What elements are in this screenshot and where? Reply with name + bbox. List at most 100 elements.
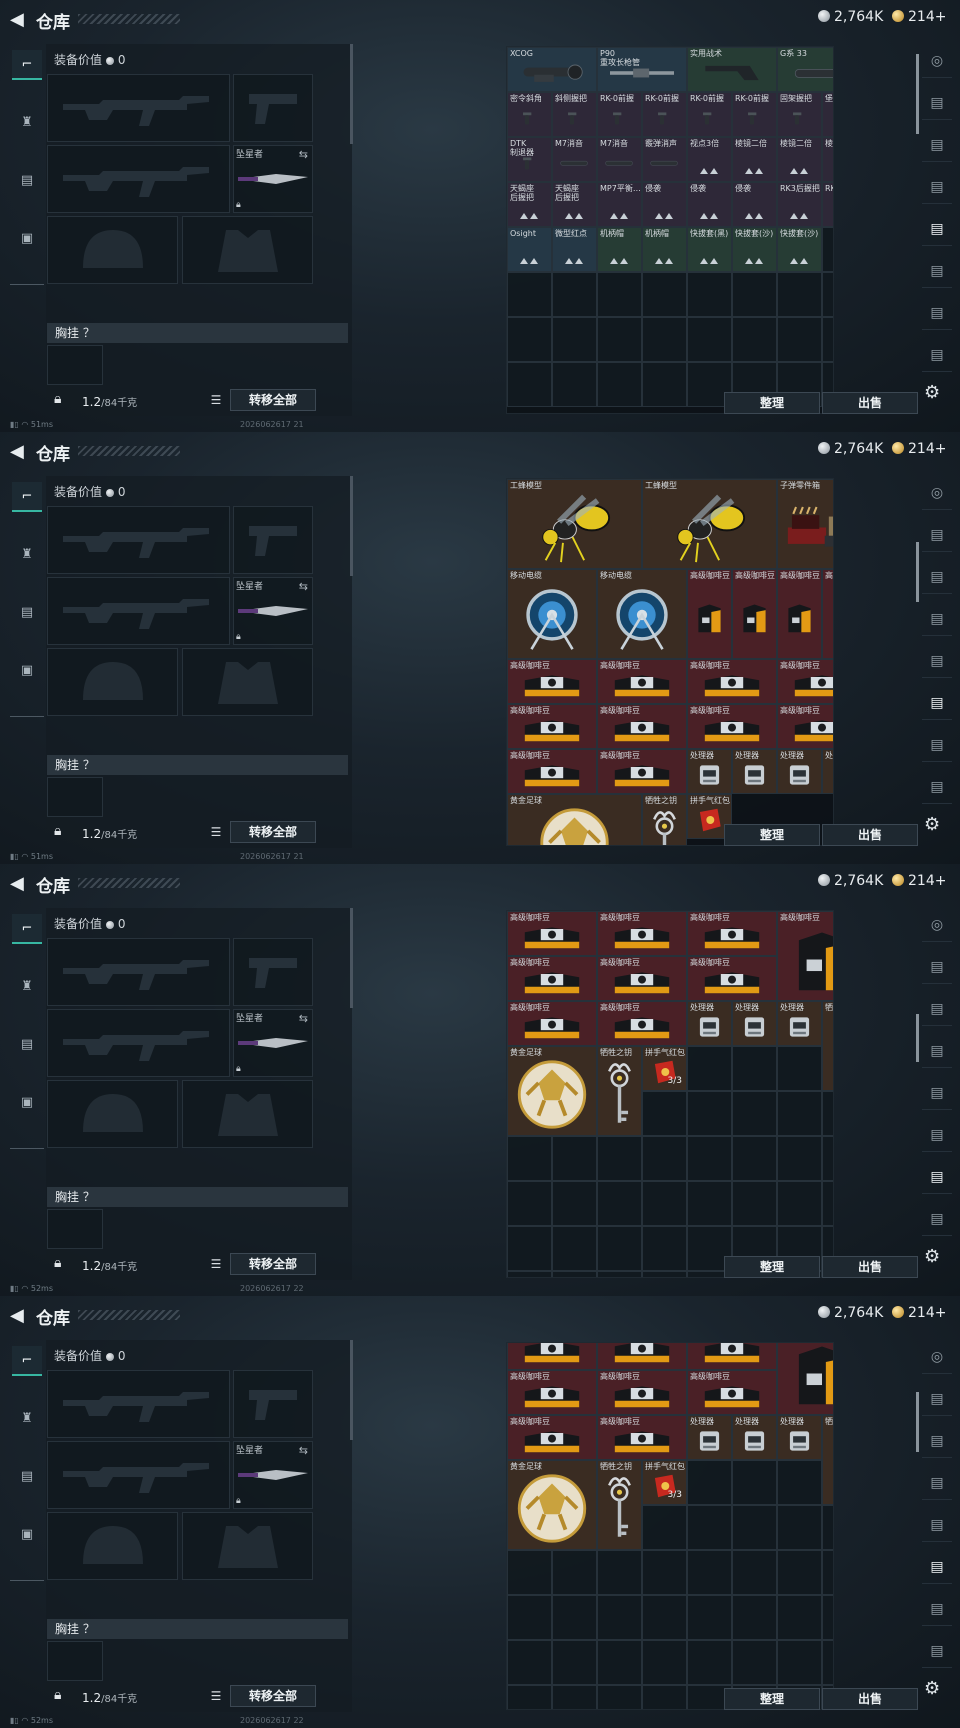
transfer-all-button[interactable]: 转移全部 [230,821,316,843]
empty-slot[interactable] [507,1181,552,1226]
shield-icon[interactable]: ♜ [12,1404,42,1434]
empty-slot[interactable] [732,317,777,362]
inventory-item[interactable]: 高级咖啡豆 [777,659,833,704]
empty-slot[interactable] [822,1136,833,1181]
inventory-item[interactable]: 固架握把 [777,92,822,137]
empty-slot[interactable] [687,1181,732,1226]
inventory-item[interactable]: 高级咖啡豆 [597,704,687,749]
clipboard-icon[interactable]: ▤ [12,1030,42,1060]
empty-slot[interactable] [777,1550,822,1595]
empty-slot[interactable] [687,1136,732,1181]
empty-slot[interactable] [642,317,687,362]
empty-slot[interactable] [597,1271,642,1277]
inventory-item[interactable]: 机柄帽 [597,227,642,272]
empty-slot[interactable] [507,1640,552,1685]
melee-slot[interactable]: 坠星者 ⇆ 🔒︎ [233,577,313,645]
storage-tab-icon[interactable]: ▤ [922,86,952,120]
sort-button[interactable]: 整理 [724,1256,820,1278]
empty-slot[interactable] [732,1640,777,1685]
rifle-icon[interactable]: ⌐ [12,482,42,512]
empty-slot[interactable] [507,1136,552,1181]
helmet-slot[interactable] [47,216,178,284]
empty-slot[interactable] [552,1136,597,1181]
equipment-scrollbar[interactable] [350,908,353,1008]
inventory-item[interactable]: 天蝎座 后握把 [507,182,552,227]
storage-tab-icon[interactable]: ◎ [922,44,952,78]
pistol-slot[interactable] [233,1370,313,1438]
inventory-item[interactable]: 处理器 [732,1001,777,1046]
empty-slot[interactable] [642,1091,687,1136]
empty-slot[interactable] [552,1685,597,1709]
empty-slot[interactable] [732,1181,777,1226]
transfer-all-button[interactable]: 转移全部 [230,1685,316,1707]
empty-slot[interactable] [597,1550,642,1595]
inventory-item[interactable]: 机柄帽 [642,227,687,272]
storage-tab-icon[interactable]: ▤ [922,992,952,1026]
storage-tab-icon[interactable]: ▤ [922,1076,952,1110]
inventory-item[interactable]: 高级咖啡豆 [597,956,687,1001]
storage-tab-icon[interactable]: ▤ [922,296,952,330]
inventory-item[interactable]: 棱镜二倍 [732,137,777,182]
storage-tab-icon[interactable]: ▤ [922,1118,952,1152]
list-icon[interactable]: ☰ [206,821,226,843]
inventory-item[interactable]: 堡垒水平 [822,92,833,137]
transfer-all-button[interactable]: 转移全部 [230,389,316,411]
briefcase-icon[interactable]: ▣ [12,1088,42,1118]
empty-slot[interactable] [597,1226,642,1271]
primary-weapon-slot[interactable] [47,506,230,574]
empty-slot[interactable] [642,1685,687,1709]
sort-button[interactable]: 整理 [724,824,820,846]
melee-slot[interactable]: 坠星者 ⇆ 🔒︎ [233,1441,313,1509]
inventory-item[interactable]: RK-0前握 [687,92,732,137]
inventory-item[interactable]: 拼手气红包 3/3 [642,1046,687,1091]
storage-tab-icon[interactable]: ▤ [922,686,952,720]
empty-slot[interactable] [507,1550,552,1595]
chest-rig-slot[interactable] [47,777,103,817]
inventory-item[interactable]: 斜侧握把 [552,92,597,137]
inventory-item[interactable]: 高级咖啡豆 [597,911,687,956]
gear-icon[interactable]: ⚙ [924,1678,940,1699]
inventory-item[interactable]: 高级咖啡豆 [597,1343,687,1370]
inventory-item[interactable]: 高级咖啡豆 [507,911,597,956]
empty-slot[interactable] [597,1136,642,1181]
empty-slot[interactable] [777,1595,822,1640]
list-icon[interactable]: ☰ [206,389,226,411]
empty-slot[interactable] [552,1595,597,1640]
chest-rig-slot[interactable] [47,345,103,385]
storage-tab-icon[interactable]: ◎ [922,1340,952,1374]
empty-slot[interactable] [642,362,687,407]
inventory-item[interactable]: 高级咖啡豆 [732,569,777,659]
empty-slot[interactable] [642,272,687,317]
inventory-item[interactable]: 棱镜二倍 [777,137,822,182]
storage-tab-icon[interactable]: ▤ [922,170,952,204]
storage-tab-icon[interactable]: ▤ [922,1466,952,1500]
empty-slot[interactable] [597,272,642,317]
empty-slot[interactable] [642,1595,687,1640]
storage-tab-icon[interactable]: ▤ [922,1592,952,1626]
briefcase-icon[interactable]: ▣ [12,656,42,686]
empty-slot[interactable] [822,1181,833,1226]
empty-slot[interactable] [687,1091,732,1136]
gear-icon[interactable]: ⚙ [924,382,940,403]
gold-currency[interactable]: 214+ [892,9,946,25]
empty-slot[interactable] [732,1091,777,1136]
gear-icon[interactable]: ⚙ [924,814,940,835]
inventory-item[interactable]: 视点3倍 [687,137,732,182]
inventory-item[interactable]: 快拔套(沙) [777,227,822,272]
empty-slot[interactable] [822,1595,833,1640]
inventory-item[interactable]: MP7平衡… [597,182,642,227]
storage-tab-icon[interactable]: ◎ [922,476,952,510]
inventory-item[interactable]: 高级咖啡豆 [507,1370,597,1415]
empty-slot[interactable] [687,1505,732,1550]
empty-slot[interactable] [507,362,552,407]
inventory-item[interactable]: 高级咖啡豆 [597,1415,687,1460]
storage-tab-icon[interactable]: ▤ [922,1034,952,1068]
shield-icon[interactable]: ♜ [12,108,42,138]
inventory-item[interactable]: 密令斜角 [507,92,552,137]
empty-slot[interactable] [687,1595,732,1640]
inventory-item[interactable]: 高级咖啡豆 [507,704,597,749]
pistol-slot[interactable] [233,506,313,574]
helmet-slot[interactable] [47,648,178,716]
empty-slot[interactable] [732,1505,777,1550]
inventory-item[interactable]: 高级咖啡豆 [777,1343,833,1415]
